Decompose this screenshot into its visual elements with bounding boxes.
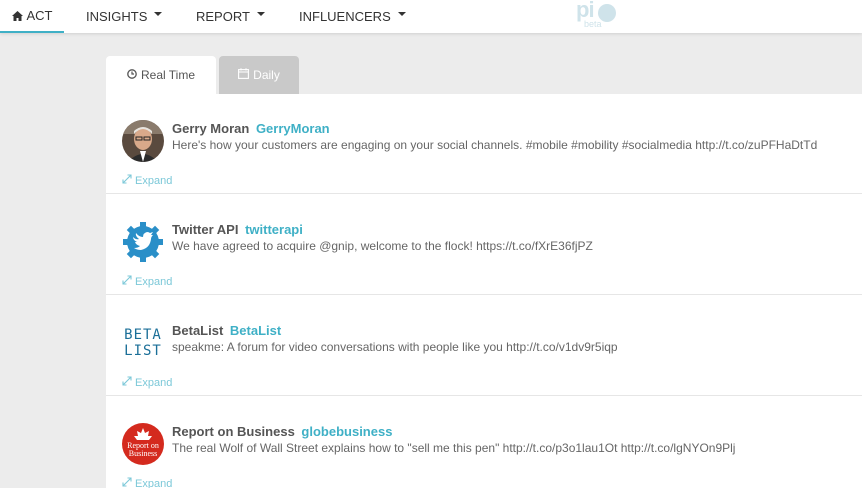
tweet-item: Gerry Moran GerryMoran Here's how your c… [106, 94, 862, 194]
caret-down-icon [256, 12, 265, 16]
expand-link[interactable]: Expand [122, 477, 172, 488]
expand-label: Expand [135, 477, 173, 488]
expand-icon [122, 477, 132, 488]
tweet-author-line: Twitter API twitterapi [172, 222, 303, 237]
clock-icon [127, 68, 137, 82]
tweet-text: We have agreed to acquire @gnip, welcome… [172, 239, 593, 253]
tweet-author: Gerry Moran [172, 121, 250, 136]
tweet-author-line: BetaList BetaList [172, 323, 281, 338]
expand-label: Expand [135, 174, 173, 187]
expand-icon [122, 275, 132, 288]
tweet-handle[interactable]: twitterapi [245, 222, 303, 237]
expand-link[interactable]: Expand [122, 275, 172, 288]
tweet-handle[interactable]: BetaList [230, 323, 281, 338]
expand-icon [122, 174, 132, 187]
calendar-icon [238, 68, 250, 82]
avatar-text-line: Business [128, 449, 158, 458]
nav-influencers-label: INFLUENCERS [299, 9, 391, 24]
tweet-item: BETA LIST BetaList BetaList speakme: A f… [106, 296, 862, 396]
tab-daily[interactable]: Daily [219, 56, 299, 94]
expand-link[interactable]: Expand [122, 376, 172, 389]
tweet-text: speakme: A forum for video conversations… [172, 340, 618, 354]
tweet-author-line: Report on Business globebusiness [172, 424, 392, 439]
expand-link[interactable]: Expand [122, 174, 172, 187]
avatar-text-line: LIST [124, 343, 162, 359]
expand-label: Expand [135, 275, 173, 288]
tweet-author: Report on Business [172, 424, 295, 439]
nav-insights-label: INSIGHTS [86, 9, 148, 24]
expand-label: Expand [135, 376, 173, 389]
tweet-handle[interactable]: globebusiness [301, 424, 392, 439]
nav-insights[interactable]: INSIGHTS [86, 0, 163, 33]
avatar-text-line: BETA [124, 327, 162, 343]
nav-influencers[interactable]: INFLUENCERS [299, 0, 406, 33]
nav-act-label: ACT [26, 8, 53, 23]
tweet-author: BetaList [172, 323, 224, 338]
tweet-text: Here's how your customers are engaging o… [172, 138, 818, 152]
tweet-author-line: Gerry Moran GerryMoran [172, 121, 330, 136]
avatar[interactable] [122, 120, 164, 162]
top-navbar: ACT INSIGHTS REPORT INFLUENCERS pi beta [0, 0, 862, 33]
logo-beta-label: beta [584, 19, 602, 29]
tweet-author: Twitter API [172, 222, 239, 237]
tweet-item: Twitter API twitterapi We have agreed to… [106, 195, 862, 295]
tweet-feed: Gerry Moran GerryMoran Here's how your c… [106, 94, 862, 488]
tweet-handle[interactable]: GerryMoran [256, 121, 330, 136]
tab-daily-label: Daily [253, 68, 280, 82]
tweet-text: The real Wolf of Wall Street explains ho… [172, 441, 736, 455]
expand-icon [122, 376, 132, 389]
nav-report-label: REPORT [196, 9, 250, 24]
avatar[interactable]: BETA LIST [122, 322, 164, 364]
nav-act[interactable]: ACT [0, 0, 64, 33]
nav-report[interactable]: REPORT [196, 0, 265, 33]
caret-down-icon [154, 12, 163, 16]
home-icon [11, 10, 23, 21]
caret-down-icon [397, 12, 406, 16]
avatar[interactable]: Report on Business [122, 423, 164, 465]
app-logo[interactable]: pi beta [574, 0, 624, 32]
tab-real-time-label: Real Time [140, 68, 196, 82]
tab-real-time[interactable]: Real Time [106, 56, 216, 94]
tweet-item: Report on Business Report on Business gl… [106, 397, 862, 488]
avatar[interactable] [122, 221, 164, 263]
